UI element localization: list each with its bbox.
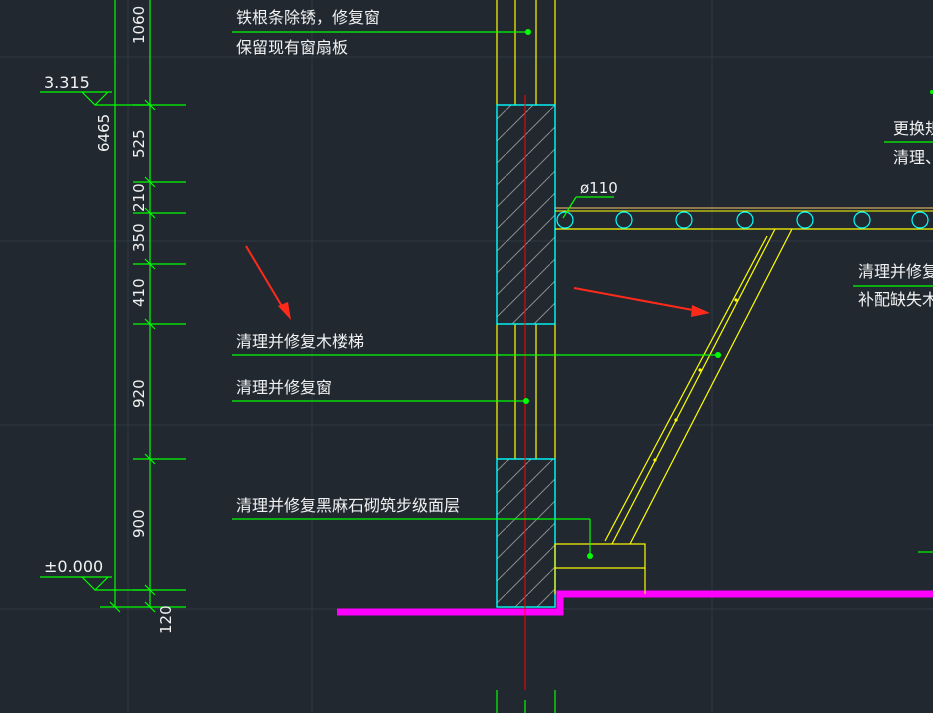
level-marker-upper bbox=[40, 91, 150, 106]
pipe-diameter-label: ø110 bbox=[580, 179, 618, 197]
red-arrow-right bbox=[573, 287, 710, 317]
floor-beam bbox=[555, 207, 933, 230]
dimension-segment-4: 350 bbox=[130, 223, 148, 252]
note-rust-repair: 铁根条除锈，修复窗 bbox=[236, 8, 380, 27]
wall-section-lower bbox=[496, 458, 556, 608]
wall-section-upper bbox=[496, 104, 556, 325]
dimension-segment-7: 900 bbox=[130, 509, 148, 538]
dimension-segment-5: 410 bbox=[130, 278, 148, 307]
note-right-replace-missing: 补配缺失木楼 bbox=[858, 290, 933, 309]
note-repair-step-surface: 清理并修复黑麻石砌筑步级面层 bbox=[236, 496, 460, 515]
note-right-repair-wood: 清理并修复木 bbox=[858, 262, 933, 281]
dimension-segment-2: 525 bbox=[130, 129, 148, 158]
stair-nosing-dots bbox=[653, 298, 738, 462]
note-keep-window-panel: 保留现有窗扇板 bbox=[236, 38, 348, 57]
level-ground-label: ±0.000 bbox=[44, 557, 103, 576]
dimension-overall: 6465 bbox=[95, 114, 113, 152]
dimension-segment-8: 120 bbox=[157, 605, 175, 634]
bottom-ticks bbox=[496, 690, 556, 713]
level-marker-ground bbox=[40, 576, 150, 591]
note-right-replace: 更换规 bbox=[893, 119, 933, 138]
dimension-segment-1: 1060 bbox=[130, 6, 148, 44]
level-upper-label: 3.315 bbox=[44, 73, 90, 92]
note-repair-window: 清理并修复窗 bbox=[236, 378, 332, 397]
background-grid bbox=[0, 0, 933, 713]
dimension-segment-3: 210 bbox=[130, 183, 148, 212]
note-repair-stair: 清理并修复木楼梯 bbox=[236, 332, 364, 351]
dimension-segment-6: 920 bbox=[130, 379, 148, 408]
note-right-clean: 清理、 bbox=[893, 148, 933, 167]
red-arrow-left bbox=[245, 245, 291, 320]
cad-drawing-canvas: 3.315 ±0.000 6465 1060 525 210 350 410 9… bbox=[0, 0, 933, 713]
pipe-row bbox=[556, 211, 929, 229]
note-leaders bbox=[232, 31, 933, 556]
